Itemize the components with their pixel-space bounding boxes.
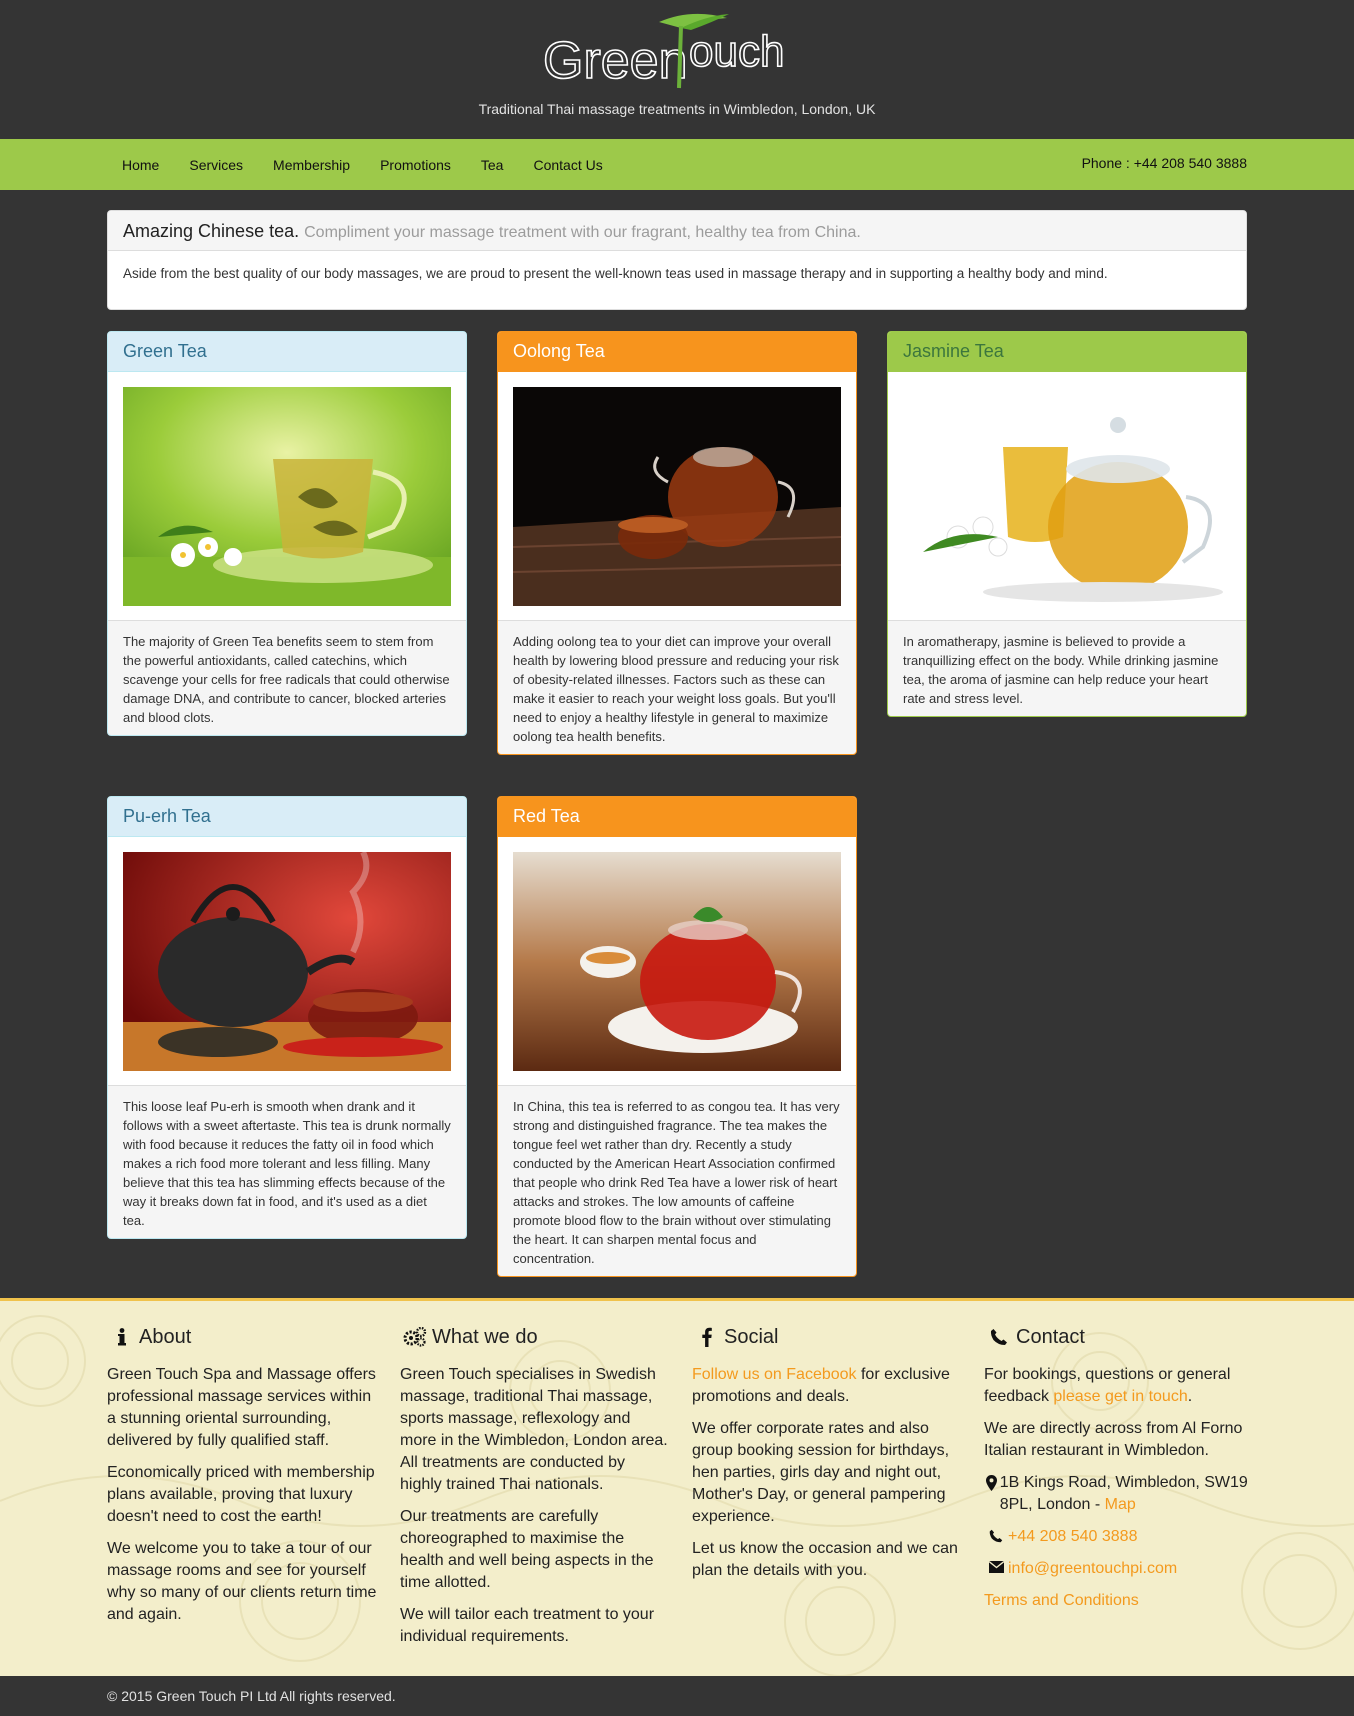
footer-what-we-do-text: Our treatments are carefully choreograph… [400,1508,654,1591]
terms-link[interactable]: Terms and Conditions [984,1592,1139,1609]
jasmine-tea-image [903,387,1231,606]
tea-description: The majority of Green Tea benefits seem … [123,634,450,725]
nav-phone: Phone : +44 208 540 3888 [1081,155,1247,171]
footer-social-text: Let us know the occasion and we can plan… [692,1540,958,1579]
contact-intro-end: . [1187,1388,1193,1405]
oolong-tea-image [512,387,842,606]
footer-what-we-do: What we do Green Touch specialises in Sw… [400,1301,670,1658]
site-footer: About Green Touch Spa and Massage offers… [0,1298,1354,1676]
intro-title: Amazing Chinese tea. [123,221,300,241]
footer-social-title: Social [724,1326,779,1348]
map-marker-icon [984,1472,1000,1491]
green-touch-logo[interactable]: Green ouch [541,8,813,90]
tea-description: Adding oolong tea to your diet can impro… [513,634,839,744]
site-tagline: Traditional Thai massage treatments in W… [478,101,876,117]
nav-contact-us[interactable]: Contact Us [518,157,617,173]
tea-panel-oolong: Oolong Tea Adding oolong tea to your die… [497,331,857,755]
email-link[interactable]: info@greentouchpi.com [1008,1558,1177,1580]
footer-social: Social Follow us on Facebook for exclusi… [692,1301,962,1592]
nav-home[interactable]: Home [107,157,174,173]
red-tea-image [513,852,841,1071]
phone-icon [984,1328,1014,1346]
logo-text-green: Green [543,32,688,90]
intro-subtitle: Compliment your massage treatment with o… [304,224,861,241]
phone-icon [984,1526,1008,1543]
nav-promotions[interactable]: Promotions [365,157,466,173]
logo-text-ouch: ouch [689,27,784,76]
get-in-touch-link[interactable]: please get in touch [1053,1388,1187,1405]
tea-title: Green Tea [108,332,466,372]
tea-panel-jasmine: Jasmine Tea In aromatherapy, jasmine is … [887,331,1247,717]
intro-body: Aside from the best quality of our body … [123,266,1108,281]
tea-title: Jasmine Tea [888,332,1246,372]
nav-links: Home Services Membership Promotions Tea … [107,139,618,190]
footer-what-we-do-text: Green Touch specialises in Swedish massa… [400,1366,668,1493]
footer-about-text: Green Touch Spa and Massage offers profe… [107,1366,376,1449]
tea-title: Oolong Tea [498,332,856,372]
map-link[interactable]: Map [1105,1496,1136,1513]
footer-about-text: Economically priced with membership plan… [107,1464,375,1525]
footer-email: info@greentouchpi.com [984,1558,1254,1580]
logo-stem [677,25,683,89]
tea-title: Red Tea [498,797,856,837]
nav-membership[interactable]: Membership [258,157,365,173]
intro-heading: Amazing Chinese tea. Compliment your mas… [108,211,1246,251]
footer-about-title: About [139,1326,192,1348]
footer-contact-intro: For bookings, questions or general feedb… [984,1364,1254,1408]
footer-terms: Terms and Conditions [984,1590,1254,1612]
footer-contact-title: Contact [1016,1326,1085,1348]
green-tea-image [123,387,451,606]
main-navbar: Home Services Membership Promotions Tea … [0,139,1354,190]
footer-contact-text: We are directly across from Al Forno Ita… [984,1420,1243,1459]
footer-about-text: We welcome you to take a tour of our mas… [107,1540,377,1623]
footer-address: 1B Kings Road, Wimbledon, SW19 8PL, Lond… [984,1472,1254,1516]
footer-contact: Contact For bookings, questions or gener… [984,1301,1254,1622]
phone-link[interactable]: +44 208 540 3888 [1008,1526,1137,1548]
facebook-link[interactable]: Follow us on Facebook [692,1366,857,1383]
tea-description: In China, this tea is referred to as con… [513,1099,840,1266]
info-icon [107,1328,137,1346]
tea-panel-green: Green Tea The majority of Green Tea bene… [107,331,467,736]
tea-title: Pu-erh Tea [108,797,466,837]
site-header: Green ouch Traditional Thai massage trea… [0,0,1354,139]
nav-services[interactable]: Services [174,157,258,173]
footer-social-text: We offer corporate rates and also group … [692,1420,950,1525]
tea-description: This loose leaf Pu-erh is smooth when dr… [123,1099,451,1228]
footer-what-we-do-text: We will tailor each treatment to your in… [400,1606,655,1645]
tea-description: In aromatherapy, jasmine is believed to … [903,634,1219,706]
nav-tea[interactable]: Tea [466,157,519,173]
tea-panel-puerh: Pu-erh Tea This loose leaf Pu-erh is smo… [107,796,467,1239]
footer-social-facebook-text: Follow us on Facebook for exclusive prom… [692,1364,962,1408]
copyright: © 2015 Green Touch PI Ltd All rights res… [0,1676,1354,1716]
envelope-icon [984,1558,1008,1573]
gears-icon [400,1327,430,1347]
facebook-icon [692,1327,722,1347]
footer-about: About Green Touch Spa and Massage offers… [107,1301,377,1636]
footer-phone: +44 208 540 3888 [984,1526,1254,1548]
tea-panel-red: Red Tea In China, this tea is referred t… [497,796,857,1277]
intro-panel: Amazing Chinese tea. Compliment your mas… [107,210,1247,310]
puerh-tea-image [123,850,451,1071]
footer-what-we-do-title: What we do [432,1326,538,1348]
